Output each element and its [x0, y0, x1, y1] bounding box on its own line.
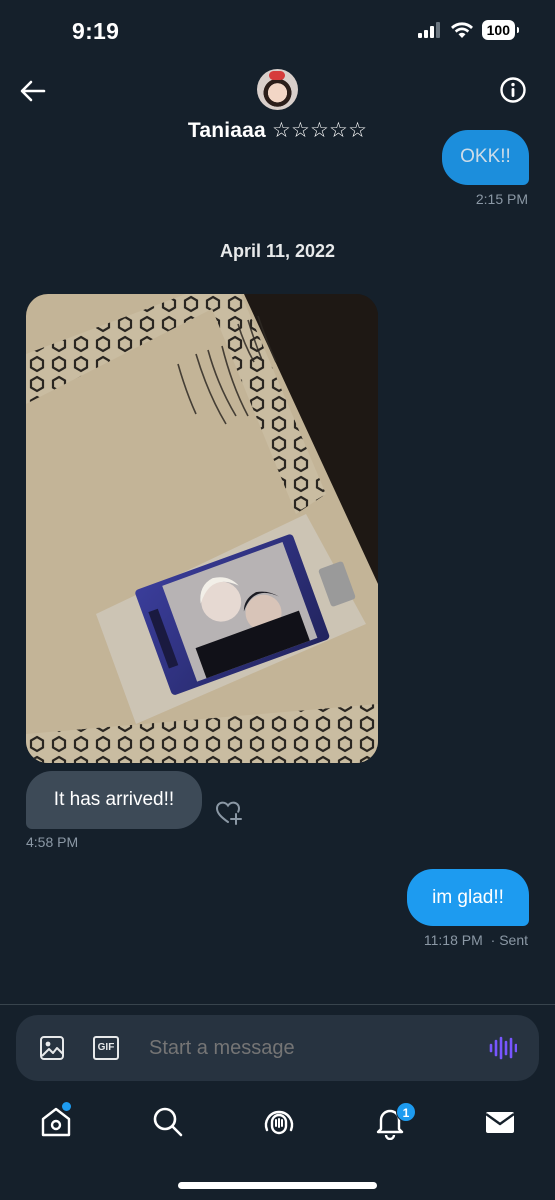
nav-spaces[interactable] — [261, 1104, 297, 1140]
message-composer[interactable]: GIF — [16, 1015, 539, 1081]
message-time: 11:18 PM — [423, 932, 483, 948]
voice-message-icon[interactable] — [489, 1036, 517, 1060]
info-icon[interactable] — [499, 76, 527, 104]
mail-icon — [485, 1112, 515, 1133]
nav-home[interactable] — [38, 1102, 74, 1140]
message-time: 2:15 PM — [475, 191, 528, 207]
nav-notifications[interactable]: 1 — [372, 1102, 416, 1141]
message-bubble-incoming[interactable]: It has arrived!! — [26, 771, 202, 829]
message-bubble-outgoing[interactable]: im glad!! — [407, 869, 529, 926]
home-badge-dot — [62, 1102, 71, 1111]
message-bubble-outgoing[interactable]: OKK!! — [442, 130, 529, 185]
message-input[interactable] — [136, 1027, 466, 1069]
nav-messages[interactable] — [482, 1104, 518, 1140]
message-text: OKK!! — [460, 145, 511, 167]
message-text: It has arrived!! — [53, 789, 175, 810]
wifi-icon — [450, 22, 473, 38]
gif-icon[interactable]: GIF — [93, 1036, 119, 1060]
battery-icon: 100 — [481, 20, 520, 40]
spaces-icon — [264, 1110, 294, 1135]
home-indicator — [178, 1182, 377, 1189]
nav-search[interactable] — [150, 1104, 186, 1140]
message-meta: 11:18 PM · Sent — [424, 932, 528, 948]
add-reaction-heart-icon[interactable] — [215, 800, 243, 826]
message-text: im glad!! — [432, 886, 504, 908]
avatar[interactable] — [257, 69, 298, 110]
message-time: 4:58 PM — [26, 834, 79, 850]
photo-card-image[interactable] — [26, 294, 378, 763]
back-arrow-icon[interactable] — [18, 76, 48, 106]
message-status: · Sent — [490, 932, 528, 948]
status-icons: 100 — [417, 20, 520, 40]
image-icon[interactable] — [39, 1035, 65, 1061]
signal-icon — [417, 22, 440, 38]
notification-badge: 1 — [396, 1102, 416, 1122]
search-icon — [153, 1107, 183, 1137]
gif-label: GIF — [97, 1042, 115, 1053]
date-separator: April 11, 2022 — [219, 241, 336, 261]
composer-divider — [0, 1004, 555, 1005]
status-time: 9:19 — [72, 18, 120, 44]
